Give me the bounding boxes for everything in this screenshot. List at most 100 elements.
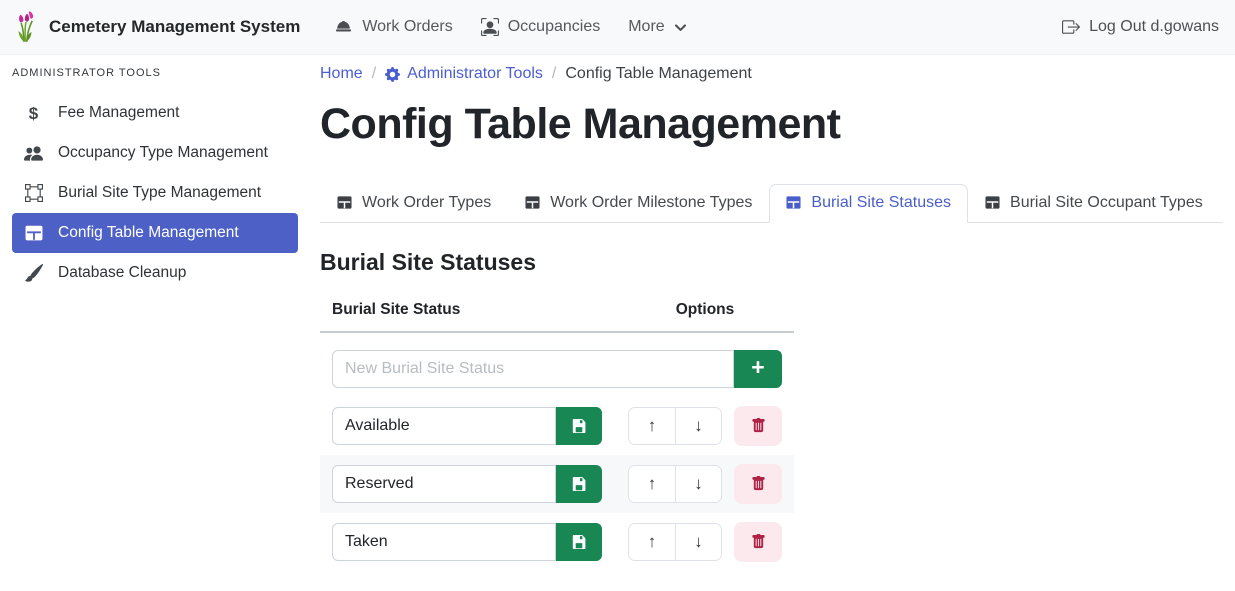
column-header-options: Options xyxy=(628,301,782,319)
nav-item-occupancies[interactable]: Occupancies xyxy=(469,10,613,44)
save-button[interactable] xyxy=(556,523,602,561)
move-up-button[interactable]: ↑ xyxy=(629,408,675,444)
breadcrumb-label: Home xyxy=(320,65,363,83)
breadcrumb-admin-tools-link[interactable]: Administrator Tools xyxy=(385,65,543,83)
new-status-input[interactable] xyxy=(332,350,734,388)
delete-button[interactable] xyxy=(734,522,782,562)
dollar-icon: $ xyxy=(23,105,44,122)
save-icon xyxy=(571,534,587,550)
tab-bar: Work Order Types Work Order Milestone Ty… xyxy=(320,184,1223,223)
arrow-up-icon: ↑ xyxy=(648,474,657,494)
status-input-group xyxy=(332,407,602,445)
tab-burial-site-statuses[interactable]: Burial Site Statuses xyxy=(769,184,968,223)
sidebar-item-database-cleanup[interactable]: Database Cleanup xyxy=(12,253,298,293)
sidebar-list: $ Fee Management Occupancy Type Manageme… xyxy=(0,93,310,293)
nav-item-more[interactable]: More xyxy=(616,10,698,44)
burial-site-status-table: Burial Site Status Options + xyxy=(320,298,794,571)
nav-links: Work Orders Occupancies More xyxy=(318,10,698,45)
sidebar-item-label: Config Table Management xyxy=(58,224,239,242)
table-icon xyxy=(337,195,352,210)
move-button-group: ↑ ↓ xyxy=(628,523,722,561)
nav-item-label: More xyxy=(628,18,664,36)
move-up-button[interactable]: ↑ xyxy=(629,524,675,560)
tab-label: Burial Site Statuses xyxy=(811,194,951,212)
new-status-input-group: + xyxy=(332,350,782,388)
status-input[interactable] xyxy=(332,407,556,445)
sidebar-item-label: Database Cleanup xyxy=(58,264,186,282)
chevron-down-icon xyxy=(674,21,687,34)
trash-icon xyxy=(751,476,766,491)
table-header: Burial Site Status Options xyxy=(320,298,794,333)
breadcrumb-separator: / xyxy=(372,65,376,83)
tab-label: Work Order Types xyxy=(362,194,491,212)
table-row: ↑ ↓ xyxy=(320,455,794,513)
nav-item-work-orders[interactable]: Work Orders xyxy=(322,10,464,45)
delete-button[interactable] xyxy=(734,464,782,504)
column-header-status: Burial Site Status xyxy=(332,301,628,319)
move-up-button[interactable]: ↑ xyxy=(629,466,675,502)
main-content: Home / Administrator Tools / Config Tabl… xyxy=(310,55,1235,591)
nav-item-label: Occupancies xyxy=(508,18,601,36)
status-input[interactable] xyxy=(332,523,556,561)
tulip-logo-icon xyxy=(16,11,40,43)
table-row: ↑ ↓ xyxy=(320,397,794,455)
breadcrumb-label: Administrator Tools xyxy=(407,65,543,83)
table-row: ↑ ↓ xyxy=(320,513,794,571)
sidebar-heading: ADMINISTRATOR TOOLS xyxy=(0,63,310,81)
trash-icon xyxy=(751,418,766,433)
logout-label: Log Out d.gowans xyxy=(1089,18,1219,36)
row-options: ↑ ↓ xyxy=(628,522,782,562)
sidebar-item-label: Fee Management xyxy=(58,104,180,122)
broom-icon xyxy=(23,264,44,282)
breadcrumb-current: Config Table Management xyxy=(565,65,752,83)
brand[interactable]: Cemetery Management System xyxy=(16,11,300,43)
save-button[interactable] xyxy=(556,407,602,445)
status-input[interactable] xyxy=(332,465,556,503)
move-down-button[interactable]: ↓ xyxy=(675,524,721,560)
tab-burial-site-occupant-types[interactable]: Burial Site Occupant Types xyxy=(968,184,1220,223)
delete-button[interactable] xyxy=(734,406,782,446)
breadcrumb-separator: / xyxy=(552,65,556,83)
trash-icon xyxy=(751,534,766,549)
tab-work-order-types[interactable]: Work Order Types xyxy=(320,184,508,223)
table-icon xyxy=(23,224,44,242)
people-icon xyxy=(23,144,44,163)
move-down-button[interactable]: ↓ xyxy=(675,408,721,444)
sidebar-item-label: Occupancy Type Management xyxy=(58,144,268,162)
move-down-button[interactable]: ↓ xyxy=(675,466,721,502)
logout-button[interactable]: Log Out d.gowans xyxy=(1062,18,1219,36)
row-options: ↑ ↓ xyxy=(628,464,782,504)
plus-icon: + xyxy=(751,356,764,379)
sidebar-item-label: Burial Site Type Management xyxy=(58,184,261,202)
save-button[interactable] xyxy=(556,465,602,503)
arrow-down-icon: ↓ xyxy=(694,474,703,494)
sidebar-item-occupancy-type-management[interactable]: Occupancy Type Management xyxy=(12,133,298,173)
breadcrumb: Home / Administrator Tools / Config Tabl… xyxy=(320,65,1223,83)
sidebar-item-burial-site-type-management[interactable]: Burial Site Type Management xyxy=(12,173,298,213)
new-status-row: + xyxy=(320,333,794,397)
tab-label: Burial Site Occupant Types xyxy=(1010,194,1203,212)
gear-icon xyxy=(385,67,400,82)
add-status-button[interactable]: + xyxy=(734,350,782,388)
arrow-up-icon: ↑ xyxy=(648,532,657,552)
tab-label: Work Order Milestone Types xyxy=(550,194,752,212)
tab-work-order-milestone-types[interactable]: Work Order Milestone Types xyxy=(508,184,769,223)
sidebar: ADMINISTRATOR TOOLS $ Fee Management Occ… xyxy=(0,55,310,591)
table-icon xyxy=(786,195,801,210)
status-input-group xyxy=(332,465,602,503)
page-title: Config Table Management xyxy=(320,97,1223,153)
hard-hat-icon xyxy=(334,18,353,37)
bounding-box-icon xyxy=(23,184,44,202)
person-bounding-box-icon xyxy=(481,18,499,36)
arrow-up-icon: ↑ xyxy=(648,416,657,436)
section-heading: Burial Site Statuses xyxy=(320,249,1223,276)
sidebar-item-config-table-management[interactable]: Config Table Management xyxy=(12,213,298,253)
brand-label: Cemetery Management System xyxy=(49,17,300,37)
sidebar-item-fee-management[interactable]: $ Fee Management xyxy=(12,93,298,133)
arrow-down-icon: ↓ xyxy=(694,416,703,436)
save-icon xyxy=(571,418,587,434)
logout-icon xyxy=(1062,18,1080,36)
breadcrumb-home-link[interactable]: Home xyxy=(320,65,363,83)
move-button-group: ↑ ↓ xyxy=(628,407,722,445)
move-button-group: ↑ ↓ xyxy=(628,465,722,503)
